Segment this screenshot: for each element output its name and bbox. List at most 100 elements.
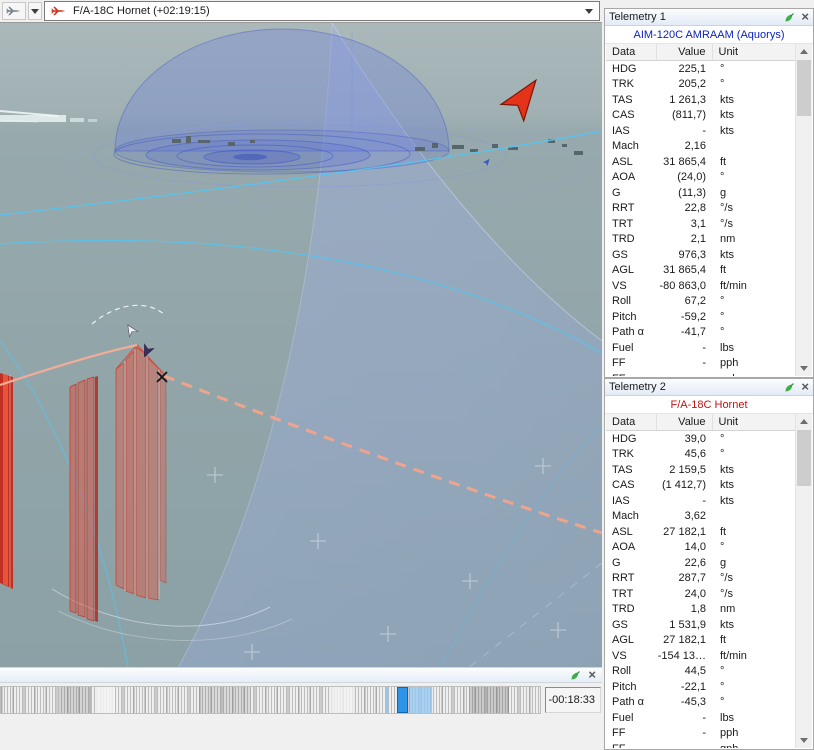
cell: kts [720, 463, 735, 476]
col-header-unit: Unit [712, 414, 798, 431]
tacview-window: F/A-18C Hornet (+02:19:15) × -00:18:33 T… [0, 0, 814, 750]
table-row: Roll 44,5 ° [606, 664, 797, 680]
scrollbar-thumb[interactable] [797, 430, 811, 486]
table-row: Pitch -59,2 ° [606, 309, 797, 325]
table-row: IAS - kts [606, 123, 797, 139]
table-row: AGL 27 182,1 ft [606, 633, 797, 649]
table-row: Pitch -22,1 ° [606, 679, 797, 695]
vertical-scrollbar[interactable] [795, 44, 812, 376]
detach-panel-icon[interactable] [570, 670, 581, 681]
cell: ft/min [720, 279, 747, 292]
cell: kts [720, 618, 735, 631]
table-row: CAS (1 412,7) kts [606, 478, 797, 494]
cell: HDG [612, 62, 637, 75]
cell: 976,3 [678, 248, 706, 261]
timeline-panel-header: × [0, 667, 602, 683]
cell: TAS [612, 463, 633, 476]
camera-mode-dropdown-button[interactable] [28, 2, 42, 20]
cell: ft [720, 634, 727, 647]
cell: 22,6 [684, 556, 706, 569]
table-row: ASL 31 865,4 ft [606, 154, 797, 170]
cell: °/s [720, 587, 733, 600]
telemetry-table-wrap: Data Value Unit HDG 39,0 ° TRK 45,6 ° TAS 2 159… [606, 414, 812, 748]
cell: ft [720, 155, 727, 168]
timeline-scrubber[interactable] [0, 686, 541, 714]
cell: -154 13… [657, 649, 706, 662]
cell: 1,8 [690, 603, 706, 616]
detach-panel-icon[interactable] [784, 382, 795, 393]
viewport-3d[interactable] [0, 22, 602, 668]
close-icon[interactable]: × [801, 380, 809, 393]
detach-panel-icon[interactable] [784, 12, 795, 23]
cell: Fuel [612, 341, 634, 354]
cell: ° [720, 432, 725, 445]
table-row: G (11,3) g [606, 185, 797, 201]
cell: ° [720, 326, 725, 339]
scroll-up-arrow-icon[interactable] [796, 44, 812, 59]
table-row: GS 1 531,9 kts [606, 617, 797, 633]
cell: ft [720, 264, 727, 277]
cell: ° [720, 62, 725, 75]
cell: gph [712, 371, 797, 376]
cell: GS [612, 248, 628, 261]
cell: lbs [720, 341, 735, 354]
cell: - [702, 341, 706, 354]
scene-svg [0, 23, 602, 668]
cell: VS [612, 279, 627, 292]
cell: Pitch [612, 310, 637, 323]
table-row: Mach 3,62 [606, 509, 797, 525]
cell: AGL [612, 264, 635, 277]
cell: IAS [612, 124, 630, 137]
cell: AOA [612, 541, 636, 554]
object-selector-combobox[interactable]: F/A-18C Hornet (+02:19:15) [44, 1, 600, 21]
table-row: HDG 225,1 ° [606, 61, 797, 77]
timeline-position-marker[interactable] [397, 687, 408, 713]
table-row: GS 976,3 kts [606, 247, 797, 263]
scroll-down-arrow-icon[interactable] [796, 361, 812, 376]
cell [712, 509, 797, 525]
table-row: Mach 2,16 [606, 139, 797, 155]
cell: ° [720, 541, 725, 554]
table-row: FF-gph [606, 371, 797, 376]
cell: (24,0) [677, 171, 706, 184]
scrollbar-thumb[interactable] [797, 60, 811, 116]
col-header-unit: Unit [712, 44, 798, 61]
selected-object-label: F/A-18C Hornet (+02:19:15) [73, 5, 210, 17]
close-icon[interactable]: × [588, 668, 596, 681]
selected-aircraft-icon [51, 6, 66, 16]
cell: kts [720, 479, 735, 492]
close-icon[interactable]: × [801, 10, 809, 23]
cell: Pitch [612, 680, 637, 693]
scroll-down-arrow-icon[interactable] [796, 733, 812, 748]
cell: - [656, 741, 712, 748]
table-row: Fuel - lbs [606, 340, 797, 356]
vertical-scrollbar[interactable] [795, 414, 812, 748]
cell: - [702, 494, 706, 507]
main-pane: F/A-18C Hornet (+02:19:15) × -00:18:33 [0, 0, 602, 750]
cell: g [720, 186, 727, 199]
cell: 45,6 [684, 448, 706, 461]
cell: (1 412,7) [661, 479, 706, 492]
table-row: Path α -45,3 ° [606, 695, 797, 711]
cell: FF [612, 727, 626, 740]
table-row: Path α -41,7 ° [606, 325, 797, 341]
cell: 3,1 [690, 217, 706, 230]
table-row: VS -154 13… ft/min [606, 648, 797, 664]
telemetry-table-wrap: Data Value Unit HDG 225,1 ° TRK 205,2 ° TAS 1 2… [606, 44, 812, 376]
timeline-density-band [469, 687, 509, 713]
cell: °/s [720, 572, 733, 585]
timeline-event-mark [385, 687, 388, 713]
col-header-data: Data [606, 414, 657, 431]
timeline-time-display: -00:18:33 [545, 687, 601, 713]
camera-mode-button[interactable] [2, 2, 26, 20]
cell: Path α [612, 696, 645, 709]
scroll-up-arrow-icon[interactable] [796, 414, 812, 429]
cell: ° [720, 171, 725, 184]
cell: VS [612, 649, 627, 662]
cell: TRD [612, 603, 635, 616]
cell: gph [712, 741, 797, 748]
telemetry-panel-2: Telemetry 2 × F/A-18C Hornet Data Value … [604, 378, 814, 750]
col-header-value: Value [656, 44, 713, 61]
cell: AOA [612, 171, 636, 184]
cell: 67,2 [684, 295, 706, 308]
